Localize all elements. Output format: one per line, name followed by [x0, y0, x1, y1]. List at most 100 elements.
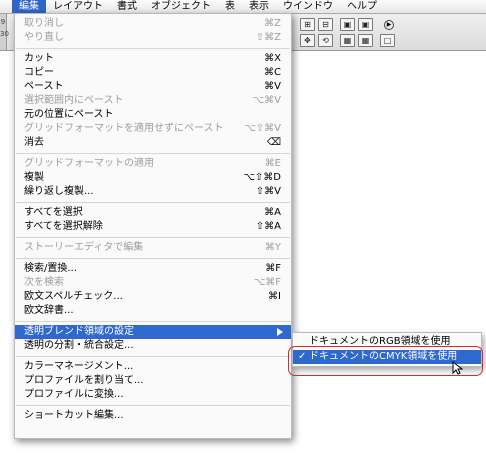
menu-item-22[interactable]: 欧文スペルチェック... ⌘I — [15, 290, 291, 304]
menu-item-shortcut: ⇧⌘A — [255, 221, 281, 232]
menu-item-shortcut: ⌥⌘F — [253, 277, 281, 288]
menu-item-7[interactable]: 元の位置にペースト — [15, 108, 291, 122]
menubar-item-0[interactable]: 編集 — [12, 0, 46, 13]
menu-bar-items: 編集 レイアウト 書式 オブジェクト表表示 ウインドウ ヘルプ — [12, 0, 384, 13]
menu-item-4[interactable]: コピー ⌘C — [15, 66, 291, 80]
menu-item-8: グリッドフォーマットを適用せずにペースト ⌥⇧⌘V — [15, 122, 291, 136]
frame-icon[interactable]: □ — [380, 34, 395, 47]
menubar-item-7[interactable]: ヘルプ — [340, 0, 384, 13]
menu-item-label: 透明ブレンド領域の設定 — [24, 326, 134, 337]
menu-item-label: 複製 — [24, 172, 44, 183]
menu-item-23[interactable]: 欧文辞書... — [15, 304, 291, 318]
menu-item-15[interactable]: すべてを選択 ⌘A — [15, 206, 291, 220]
fill-frame-icon[interactable]: ▦ — [358, 34, 373, 47]
reference-point-icon[interactable]: ✥ — [300, 34, 315, 47]
mouse-cursor-icon — [452, 361, 463, 375]
menu-item-shortcut: ⇧⌘V — [255, 186, 281, 197]
menu-separator — [16, 405, 290, 406]
menu-item-1: やり直し ⇧⌘Z — [15, 31, 291, 45]
wrap-icon[interactable]: ⊟ — [318, 18, 333, 31]
menu-item-shortcut: ⌘C — [264, 67, 281, 78]
menu-item-label: カラーマネージメント... — [24, 361, 134, 372]
align-icon[interactable]: ⊞ — [300, 18, 315, 31]
menu-item-5[interactable]: ペースト ⌘V — [15, 80, 291, 94]
menu-bar: 編集 レイアウト 書式 オブジェクト表表示 ウインドウ ヘルプ — [0, 0, 486, 14]
menu-separator — [16, 258, 290, 259]
menu-item-3[interactable]: カット ⌘X — [15, 52, 291, 66]
menu-item-shortcut: ⌘F — [265, 263, 281, 274]
menu-item-shortcut: ⌥⌘V — [252, 95, 281, 106]
menu-item-shortcut: ⌘X — [264, 53, 281, 64]
menu-item-label: グリッドフォーマットを適用せずにペースト — [24, 123, 224, 134]
menu-separator — [16, 237, 290, 238]
menu-item-30[interactable]: プロファイルに変換... — [15, 388, 291, 402]
menubar-item-1[interactable]: レイアウト — [46, 0, 110, 13]
menu-item-label: ショートカット編集... — [24, 410, 124, 421]
menu-item-25[interactable]: 透明ブレンド領域の設定 — [15, 325, 291, 339]
menu-item-28[interactable]: カラーマネージメント... — [15, 360, 291, 374]
menu-item-shortcut: ⌘V — [264, 81, 281, 92]
menu-item-shortcut: ⌘E — [264, 158, 281, 169]
menu-separator — [16, 356, 290, 357]
menu-item-26[interactable]: 透明の分割・統合設定... — [15, 339, 291, 353]
menu-item-label: 繰り返し複製... — [24, 186, 94, 197]
menu-item-0: 取り消し ⌘Z — [15, 17, 291, 31]
menu-item-32[interactable]: ショートカット編集... — [15, 409, 291, 423]
menu-item-label: プロファイルに変換... — [24, 389, 124, 400]
menu-item-9[interactable]: 消去 ⌫ — [15, 136, 291, 150]
menu-item-shortcut: ⌥⇧⌘D — [243, 172, 281, 183]
menu-item-shortcut: ⌘A — [264, 207, 281, 218]
menu-item-label: ストーリーエディタで編集 — [24, 242, 144, 253]
menu-item-21: 次を検索 ⌥⌘F — [15, 276, 291, 290]
menubar-item-3[interactable]: オブジェクト — [144, 0, 218, 13]
menu-item-label: 次を検索 — [24, 277, 64, 288]
menu-item-shortcut: ⌥⇧⌘V — [244, 123, 281, 134]
menu-separator — [16, 202, 290, 203]
menu-item-label: カット — [24, 53, 54, 64]
menu-item-label: 検索/置換... — [24, 263, 77, 274]
menu-item-13[interactable]: 繰り返し複製... ⇧⌘V — [15, 185, 291, 199]
menu-item-label: 元の位置にペースト — [24, 109, 114, 120]
menu-item-label: すべてを選択解除 — [24, 221, 103, 232]
menu-item-20[interactable]: 検索/置換... ⌘F — [15, 262, 291, 276]
fit-content-icon[interactable]: ▣ — [358, 18, 373, 31]
play-icon[interactable]: ▶ — [384, 20, 394, 30]
menubar-item-4[interactable]: 表 — [218, 0, 242, 13]
menu-item-label: プロファイルを割り当て... — [24, 375, 144, 386]
menu-separator — [16, 48, 290, 49]
menu-item-shortcut: ⌘I — [268, 291, 281, 302]
menu-item-label: グリッドフォーマットの適用 — [24, 158, 154, 169]
menu-item-shortcut: ⌘Y — [264, 242, 281, 253]
rotate-icon[interactable]: ⟲ — [318, 34, 333, 47]
menu-separator — [16, 153, 290, 154]
submenu-arrow-icon — [277, 328, 283, 336]
menubar-item-5[interactable]: 表示 — [242, 0, 276, 13]
menu-item-label: 欧文スペルチェック... — [24, 291, 123, 302]
menu-item-16[interactable]: すべてを選択解除 ⇧⌘A — [15, 220, 291, 234]
menu-item-label: 消去 — [24, 137, 44, 148]
menu-item-shortcut: ⌘Z — [264, 18, 281, 29]
edit-menu-dropdown: 取り消し ⌘Z やり直し ⇧⌘Z カット ⌘X コピー ⌘C ペースト ⌘V 選択範囲内にペースト ⌥… — [14, 13, 292, 439]
menu-item-label: やり直し — [24, 32, 64, 43]
menu-separator — [16, 321, 290, 322]
menu-item-label: 欧文辞書... — [24, 305, 74, 316]
menu-item-11: グリッドフォーマットの適用 ⌘E — [15, 157, 291, 171]
menu-item-label: 選択範囲内にペースト — [24, 95, 124, 106]
toolbar-grip-label: 30 — [0, 30, 9, 38]
menu-item-label: すべてを選択 — [24, 207, 83, 218]
center-content-icon[interactable]: ▦ — [340, 34, 355, 47]
fit-frame-icon[interactable]: ▣ — [340, 18, 355, 31]
menu-item-label: 取り消し — [24, 18, 64, 29]
menu-item-label: ペースト — [24, 81, 64, 92]
menu-item-label: コピー — [24, 67, 54, 78]
menu-item-12[interactable]: 複製 ⌥⇧⌘D — [15, 171, 291, 185]
menubar-item-6[interactable]: ウインドウ — [276, 0, 340, 13]
menu-item-18: ストーリーエディタで編集 ⌘Y — [15, 241, 291, 255]
menu-item-6: 選択範囲内にペースト ⌥⌘V — [15, 94, 291, 108]
toolbar-grip[interactable]: 9 30 — [0, 14, 9, 50]
menu-item-shortcut: ⌫ — [266, 137, 281, 148]
menu-item-29[interactable]: プロファイルを割り当て... — [15, 374, 291, 388]
menu-item-shortcut: ⇧⌘Z — [255, 32, 281, 43]
menu-item-label: 透明の分割・統合設定... — [24, 340, 134, 351]
menubar-item-2[interactable]: 書式 — [110, 0, 144, 13]
